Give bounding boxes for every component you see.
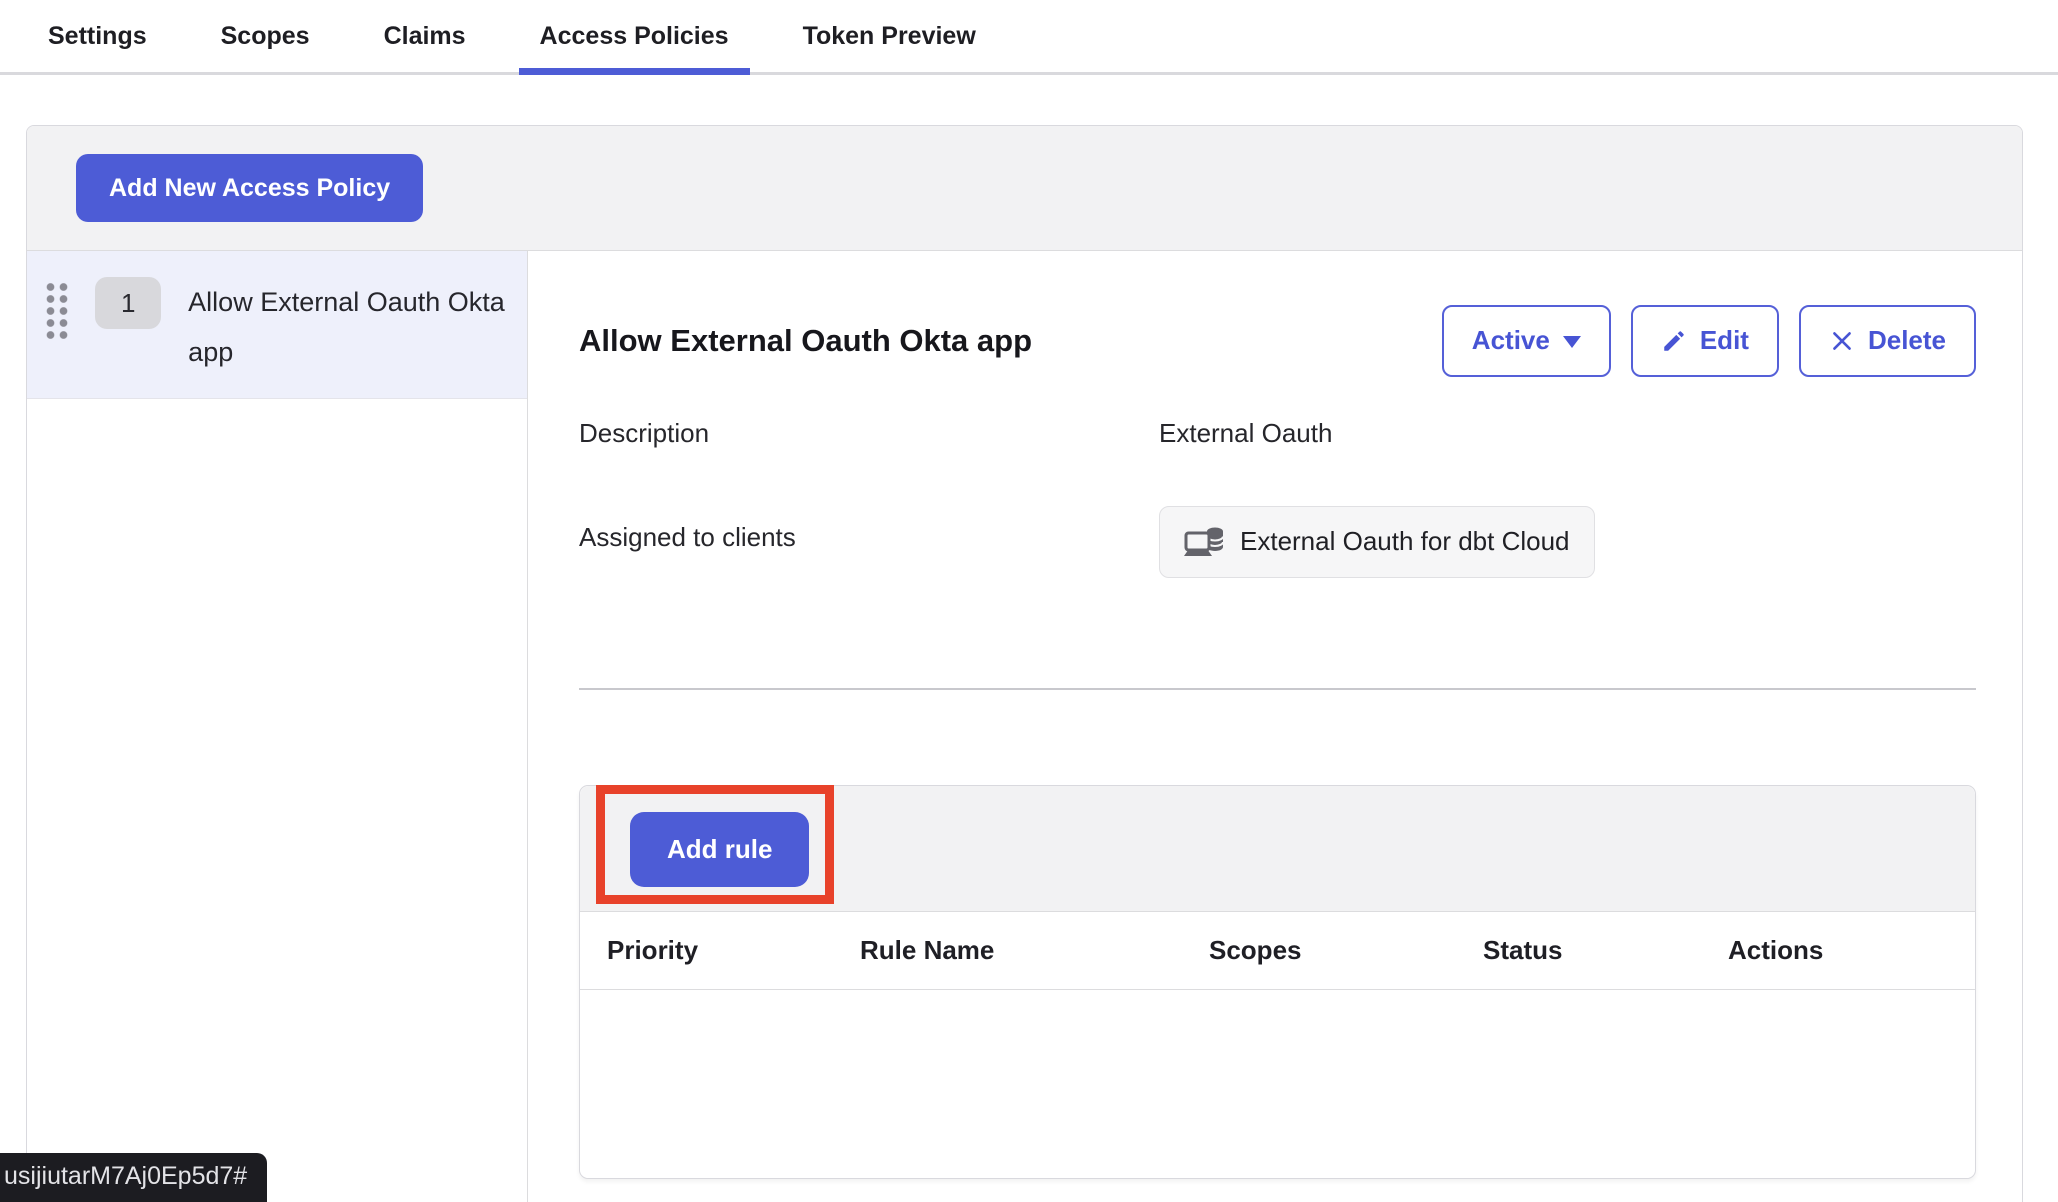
delete-policy-button[interactable]: Delete xyxy=(1799,305,1976,377)
column-header-rule-name: Rule Name xyxy=(860,935,1209,966)
tabs-bar: Settings Scopes Claims Access Policies T… xyxy=(0,0,2058,75)
client-chip-label: External Oauth for dbt Cloud xyxy=(1240,526,1570,557)
policy-actions: Active Edit Delete xyxy=(1442,305,1976,377)
add-rule-button[interactable]: Add rule xyxy=(630,812,809,887)
delete-button-label: Delete xyxy=(1868,325,1946,356)
edit-button-label: Edit xyxy=(1700,325,1749,356)
rules-toolbar: Add rule xyxy=(580,786,1975,912)
description-label: Description xyxy=(579,418,1159,449)
url-preview-statusbar: usijiutarM7Aj0Ep5d7# xyxy=(0,1153,267,1202)
drag-handle-icon[interactable] xyxy=(44,281,69,341)
assigned-clients-label: Assigned to clients xyxy=(579,506,1159,553)
policies-toolbar: Add New Access Policy xyxy=(27,126,2022,251)
edit-pencil-icon xyxy=(1661,328,1687,354)
rules-table-empty-body xyxy=(580,990,1975,1178)
policy-list-sidebar: 1 Allow External Oauth Okta app xyxy=(27,251,528,1202)
edit-policy-button[interactable]: Edit xyxy=(1631,305,1779,377)
client-chip: External Oauth for dbt Cloud xyxy=(1159,506,1595,578)
access-policies-panel: Add New Access Policy 1 Allow External O… xyxy=(26,125,2023,1202)
column-header-scopes: Scopes xyxy=(1209,935,1483,966)
tab-access-policies[interactable]: Access Policies xyxy=(519,0,750,72)
policy-list-item[interactable]: 1 Allow External Oauth Okta app xyxy=(27,251,527,399)
description-value: External Oauth xyxy=(1159,418,1332,449)
tab-claims[interactable]: Claims xyxy=(363,0,487,72)
status-dropdown-button[interactable]: Active xyxy=(1442,305,1611,377)
column-header-actions: Actions xyxy=(1728,935,1975,966)
tab-scopes[interactable]: Scopes xyxy=(200,0,331,72)
rules-table-header: Priority Rule Name Scopes Status Actions xyxy=(580,912,1975,990)
description-row: Description External Oauth xyxy=(579,418,1976,449)
policy-title: Allow External Oauth Okta app xyxy=(579,323,1442,359)
status-dropdown-label: Active xyxy=(1472,325,1550,356)
policy-priority-badge: 1 xyxy=(95,277,161,329)
policy-detail-header: Allow External Oauth Okta app Active Edi… xyxy=(579,302,1976,380)
chevron-down-icon xyxy=(1563,336,1581,348)
tab-settings[interactable]: Settings xyxy=(27,0,168,72)
delete-x-icon xyxy=(1829,328,1855,354)
policy-list-item-label: Allow External Oauth Okta app xyxy=(188,277,527,377)
client-device-icon xyxy=(1184,525,1226,559)
section-divider xyxy=(579,688,1976,690)
column-header-status: Status xyxy=(1483,935,1728,966)
policy-detail: Allow External Oauth Okta app Active Edi… xyxy=(579,251,1976,1179)
tab-token-preview[interactable]: Token Preview xyxy=(782,0,997,72)
add-new-access-policy-button[interactable]: Add New Access Policy xyxy=(76,154,423,222)
rules-card: Add rule Priority Rule Name Scopes Statu… xyxy=(579,785,1976,1179)
assigned-clients-row: Assigned to clients External Oauth for d… xyxy=(579,506,1976,578)
column-header-priority: Priority xyxy=(580,935,860,966)
